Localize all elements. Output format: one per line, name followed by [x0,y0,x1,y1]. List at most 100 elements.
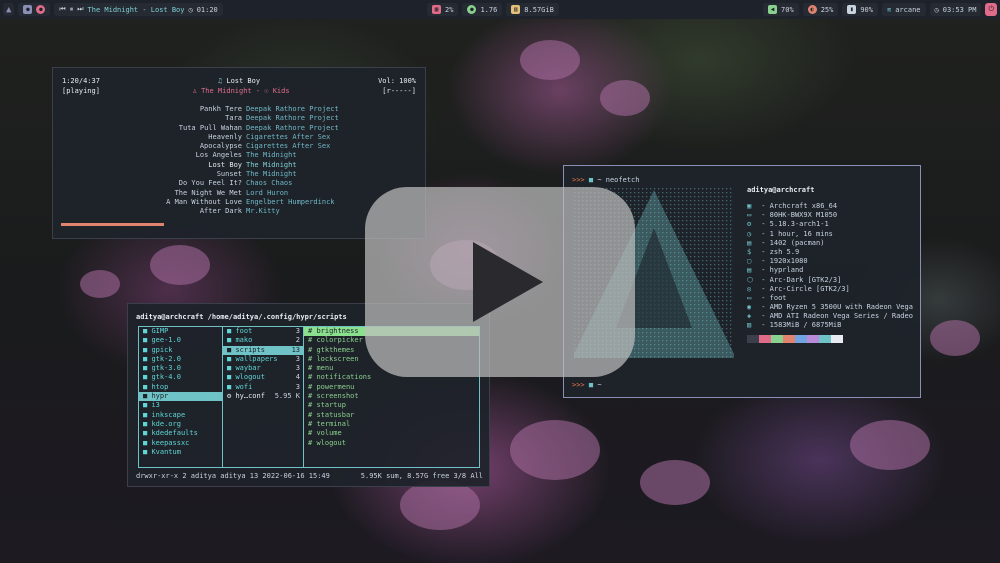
wifi-widget[interactable]: ≋ arcane [882,3,926,16]
folder-entry-name: ■ inkscape [143,411,185,420]
script-file-entry[interactable]: # powermenu [304,383,479,392]
file-entry[interactable]: ■ hypr [139,392,222,402]
info-value: 1402 (pacman) [769,238,825,247]
volume-widget[interactable]: ◀ 70% [763,3,799,16]
palette-swatch [795,334,807,343]
video-play-button-icon[interactable] [365,187,635,377]
file-entry[interactable]: ■ htop [139,383,222,392]
music-note-icon: ♫ [217,77,223,85]
file-entry[interactable]: ■ mako 2 [223,336,303,345]
folder-entry-name: ■ gtk-2.0 [143,355,181,364]
playlist-item[interactable]: The Night We Met Lord Huron [62,189,416,198]
file-entry[interactable]: ■ kde.org [139,420,222,429]
folder-label: waybar [235,364,261,373]
pause-icon[interactable]: ⏸ [70,5,74,14]
info-icon: ▢ [747,257,752,266]
script-file-entry[interactable]: # startup [304,401,479,410]
power-button[interactable]: ⏻ [985,3,997,16]
playlist-item-artist: Chaos Chaos [246,179,293,188]
file-entry[interactable]: ■ Kvantum [139,448,222,457]
file-entry[interactable]: ■ gtk-2.0 [139,355,222,364]
info-row: ◈ - AMD ATI Radeon Vega Series / Radeo [747,312,917,321]
file-entry[interactable]: ■ wofi 3 [223,383,303,392]
previous-track-icon[interactable]: ⏮ [59,5,65,14]
info-value: zsh 5.9 [769,247,800,256]
playlist-item[interactable]: Lost Boy The Midnight [62,161,416,170]
info-icon: ◷ [747,229,752,238]
cpu-widget[interactable]: ▦ 2% [427,3,459,16]
file-entry[interactable]: ■ wlogout 4 [223,373,303,382]
folder-label: mako [235,336,253,345]
palette-swatch [783,334,795,343]
script-file-entry[interactable]: # screenshot [304,392,479,401]
playlist-item[interactable]: Heavenly Cigarettes After Sex [62,133,416,142]
playlist-item[interactable]: A Man Without Love Engelbert Humperdinck [62,198,416,207]
script-file-entry[interactable]: # wlogout [304,439,479,448]
file-entry[interactable]: ■ gtk-3.0 [139,364,222,373]
next-track-icon[interactable]: ⏭ [77,5,83,14]
info-value: Archcraft x86_64 [769,202,838,210]
playlist-item[interactable]: Pankh Tere Deepak Rathore Project [62,105,416,114]
playlist-item-title: After Dark [199,207,242,216]
script-file-entry[interactable]: # terminal [304,420,479,429]
playlist-item-title: Tuta Pull Wahan [178,123,242,132]
file-entry[interactable]: ⚙ hy…conf 5.95 K [223,392,303,401]
file-entry[interactable]: ■ GIMP [139,327,222,336]
flower-blossom [850,420,930,470]
file-entry[interactable]: ■ i3 [139,401,222,410]
script-label: startup [316,401,346,410]
folder-entry-name: ■ wofi [227,383,252,392]
file-entry[interactable]: ■ inkscape [139,411,222,420]
file-entry[interactable]: ■ wallpapers 3 [223,355,303,364]
power-icon: ⏻ [988,5,994,13]
script-file-entry[interactable]: # statusbar [304,411,479,420]
info-sep: - [757,321,770,330]
info-row: ◉ - AMD Ryzen 5 3500U with Radeon Vega [747,303,917,312]
now-playing-text: The Midnight - Lost Boy [87,5,185,14]
prompt-arrows: >>> [572,381,585,389]
info-row: ▭ - 80HK-BWX9X M1050 [747,211,917,220]
info-icon: ⚙ [747,220,752,229]
folder-entry-name: ■ kdedefaults [143,429,198,438]
memory-widget[interactable]: ▥ 8.57GiB [506,3,559,16]
terminal-prompt-bottom[interactable]: >>> ■ ~ [572,380,602,390]
file-entry[interactable]: ■ keepassxc [139,439,222,448]
playlist-item[interactable]: Apocalypse Cigarettes After Sex [62,142,416,151]
playlist-item[interactable]: Sunset The Midnight [62,170,416,179]
playlist-item[interactable]: Tara Deepak Rathore Project [62,114,416,123]
media-widget: ● ● [18,3,51,16]
memory-icon: ▥ [511,5,521,14]
script-file-entry[interactable]: # volume [304,429,479,438]
playlist-item[interactable]: Tuta Pull Wahan Deepak Rathore Project [62,124,416,133]
info-sep: - [757,247,770,256]
info-value: AMD ATI Radeon Vega Series / Radeo [769,312,913,321]
playlist-item[interactable]: After Dark Mr.Kitty [62,207,416,216]
brightness-widget[interactable]: ◐ 25% [802,3,839,16]
folder-label: foot [235,327,253,335]
load-widget[interactable]: ● 1.76 [462,3,503,16]
discord-icon[interactable]: ● [23,5,33,14]
playlist-item[interactable]: Los Angeles The Midnight [62,151,416,160]
terminal-command: neofetch [605,176,640,184]
script-file-name: # wlogout [308,439,346,448]
file-entry[interactable]: ■ gpick [139,346,222,355]
folder-entry-name: ■ waybar [227,364,261,373]
song-title: Lost Boy [226,77,261,85]
info-sep: - [757,312,770,321]
script-label: statusbar [316,410,355,419]
file-entry[interactable]: ■ foot 3 [223,327,303,336]
file-entry[interactable]: ■ waybar 3 [223,364,303,373]
battery-widget[interactable]: ▮ 90% [842,3,878,16]
file-entry[interactable]: ■ gtk-4.0 [139,373,222,382]
launcher-button[interactable]: ▲ [3,3,15,16]
progress-bar[interactable] [61,223,165,226]
file-entry[interactable]: ■ gee-1.0 [139,336,222,345]
file-entry[interactable]: ■ kdedefaults [139,429,222,438]
clock-widget[interactable]: ◷ 03:53 PM [929,3,982,16]
playlist-item[interactable]: Do You Feel It? Chaos Chaos [62,179,416,188]
file-entry[interactable]: ■ scripts 13 [223,345,303,355]
folder-entry-name: ⚙ hy…conf [227,392,265,401]
folder-label: inkscape [151,410,186,419]
folder-label: hypr [151,392,169,401]
browser-icon[interactable]: ● [36,5,46,14]
